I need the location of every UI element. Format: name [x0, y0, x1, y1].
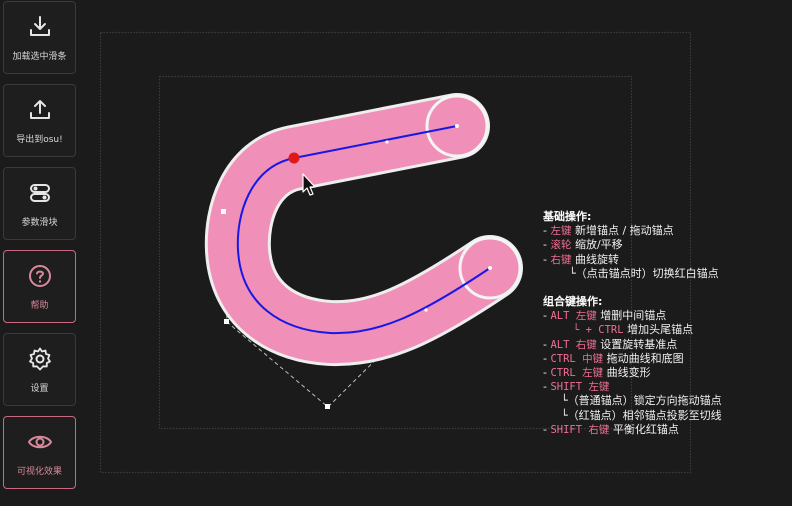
parameter-sliders-button[interactable]: 参数滑块: [3, 167, 76, 240]
sidebar: 加载选中滑条 导出到osu! 参数滑块 帮助 设置 可视化效果: [0, 0, 80, 506]
help-icon: [28, 264, 51, 287]
load-selected-slider-button[interactable]: 加载选中滑条: [3, 1, 76, 74]
load-selected-slider-label: 加载选中滑条: [12, 51, 67, 62]
anchor-point[interactable]: [224, 319, 229, 324]
help-row: └（点击锚点时）切换红白锚点: [569, 266, 719, 280]
settings-button[interactable]: 设置: [3, 333, 76, 406]
anchor-point[interactable]: [455, 124, 459, 128]
help-panel: 基础操作: - 左键 新增锚点 / 拖动锚点 - 滚轮 缩放/平移 - 右键 曲…: [543, 210, 788, 437]
help-button[interactable]: 帮助: [3, 250, 76, 323]
help-row: - 左键 新增锚点 / 拖动锚点: [543, 224, 674, 238]
anchor-point[interactable]: [488, 266, 492, 270]
combo-operations-title: 组合键操作:: [543, 295, 603, 309]
help-row: - ALT 右键 设置旋转基准点: [543, 337, 678, 351]
export-to-osu-label: 导出到osu!: [16, 134, 63, 145]
help-row: - CTRL 左键 曲线变形: [543, 366, 651, 380]
help-label: 帮助: [30, 300, 49, 311]
visual-effects-label: 可视化效果: [16, 466, 62, 477]
selected-red-anchor[interactable]: [288, 152, 300, 164]
help-row: - ALT 左键 增删中间锚点: [543, 309, 667, 323]
gear-icon: [28, 347, 51, 370]
help-row: - SHIFT 左键: [543, 380, 610, 394]
help-row: - 右键 曲线旋转: [543, 252, 619, 266]
upload-icon: [29, 99, 50, 119]
help-row: └（普通锚点）锁定方向拖动锚点: [561, 394, 722, 408]
export-to-osu-button[interactable]: 导出到osu!: [3, 84, 76, 157]
parameter-sliders-label: 参数滑块: [21, 217, 58, 228]
toggle-icon: [29, 183, 50, 202]
visual-effects-button[interactable]: 可视化效果: [3, 416, 76, 489]
anchor-point[interactable]: [325, 404, 330, 409]
help-row: - 滚轮 缩放/平移: [543, 238, 623, 252]
basic-operations-title: 基础操作:: [543, 210, 592, 223]
help-row: - SHIFT 右键 平衡化红锚点: [543, 422, 679, 436]
anchor-point[interactable]: [424, 308, 428, 312]
settings-label: 设置: [30, 383, 49, 394]
anchor-point[interactable]: [221, 209, 226, 214]
download-icon: [29, 15, 50, 36]
eye-icon: [27, 435, 52, 448]
help-row: └ + CTRL 增加头尾锚点: [573, 323, 694, 337]
help-row: - CTRL 中键 拖动曲线和底图: [543, 351, 684, 365]
help-row: └（红锚点）相邻锚点投影至切线: [561, 408, 722, 422]
anchor-point[interactable]: [385, 140, 389, 144]
